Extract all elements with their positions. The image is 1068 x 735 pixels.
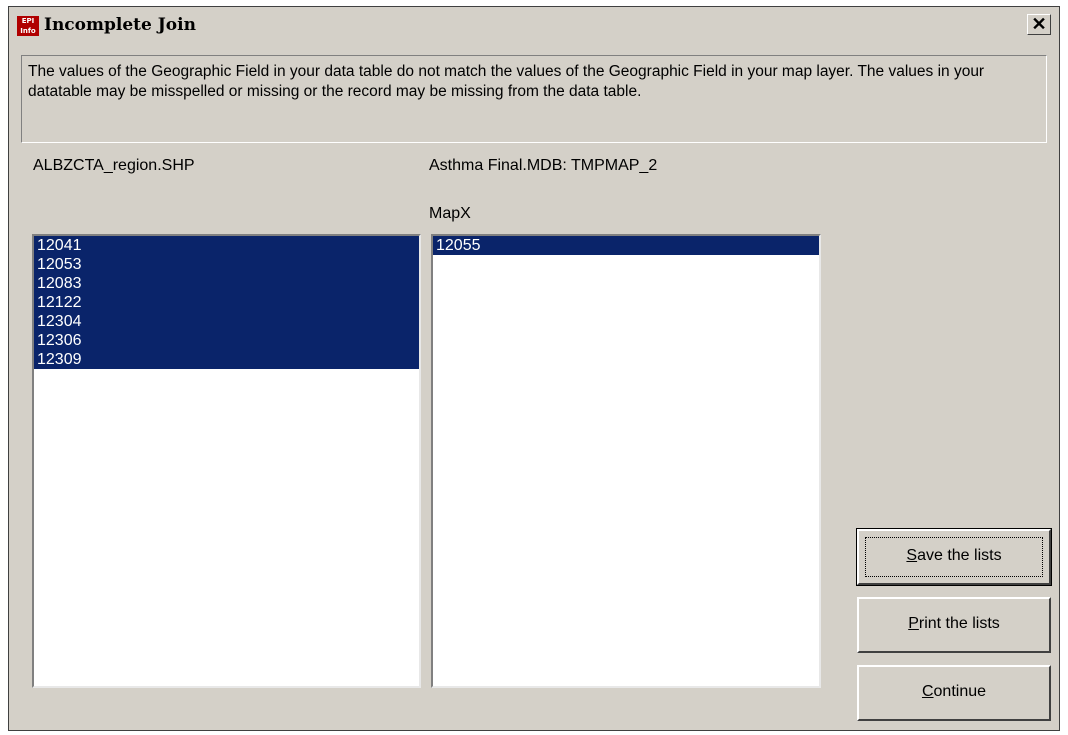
right-list-field-label: MapX — [429, 205, 471, 222]
right-list-title: Asthma Final.MDB: TMPMAP_2 — [429, 157, 658, 174]
message-text: The values of the Geographic Field in yo… — [28, 63, 985, 100]
list-item[interactable]: 12304 — [34, 312, 419, 331]
print-mnemonic: P — [908, 615, 919, 632]
list-item[interactable]: 12053 — [34, 255, 419, 274]
list-item[interactable]: 12306 — [34, 331, 419, 350]
left-values-list[interactable]: 12041 12053 12083 12122 12304 12306 1230… — [32, 234, 421, 688]
title-bar[interactable]: EPI Info Incomplete Join ✕ — [11, 9, 1057, 41]
epi-info-app-icon: EPI Info — [17, 16, 39, 36]
continue-label: ontinue — [933, 683, 987, 700]
dialog-title: Incomplete Join — [44, 15, 196, 35]
focus-rectangle — [865, 537, 1043, 577]
close-button[interactable]: ✕ — [1027, 14, 1051, 35]
incomplete-join-dialog: EPI Info Incomplete Join ✕ The values of … — [8, 6, 1060, 731]
left-list-title: ALBZCTA_region.SHP — [33, 157, 195, 174]
list-item[interactable]: 12055 — [433, 236, 819, 255]
list-item[interactable]: 12083 — [34, 274, 419, 293]
list-item[interactable]: 12041 — [34, 236, 419, 255]
print-label: rint the lists — [918, 615, 1000, 632]
print-lists-button[interactable]: Print the lists — [857, 597, 1051, 653]
list-item[interactable]: 12122 — [34, 293, 419, 312]
continue-mnemonic: C — [921, 683, 934, 700]
continue-button[interactable]: Continue — [857, 665, 1051, 721]
save-lists-button[interactable]: Save the lists — [856, 528, 1052, 586]
right-values-list[interactable]: 12055 — [431, 234, 821, 688]
message-panel: The values of the Geographic Field in yo… — [21, 55, 1047, 143]
close-icon: ✕ — [1031, 14, 1047, 34]
list-item[interactable]: 12309 — [34, 350, 419, 369]
